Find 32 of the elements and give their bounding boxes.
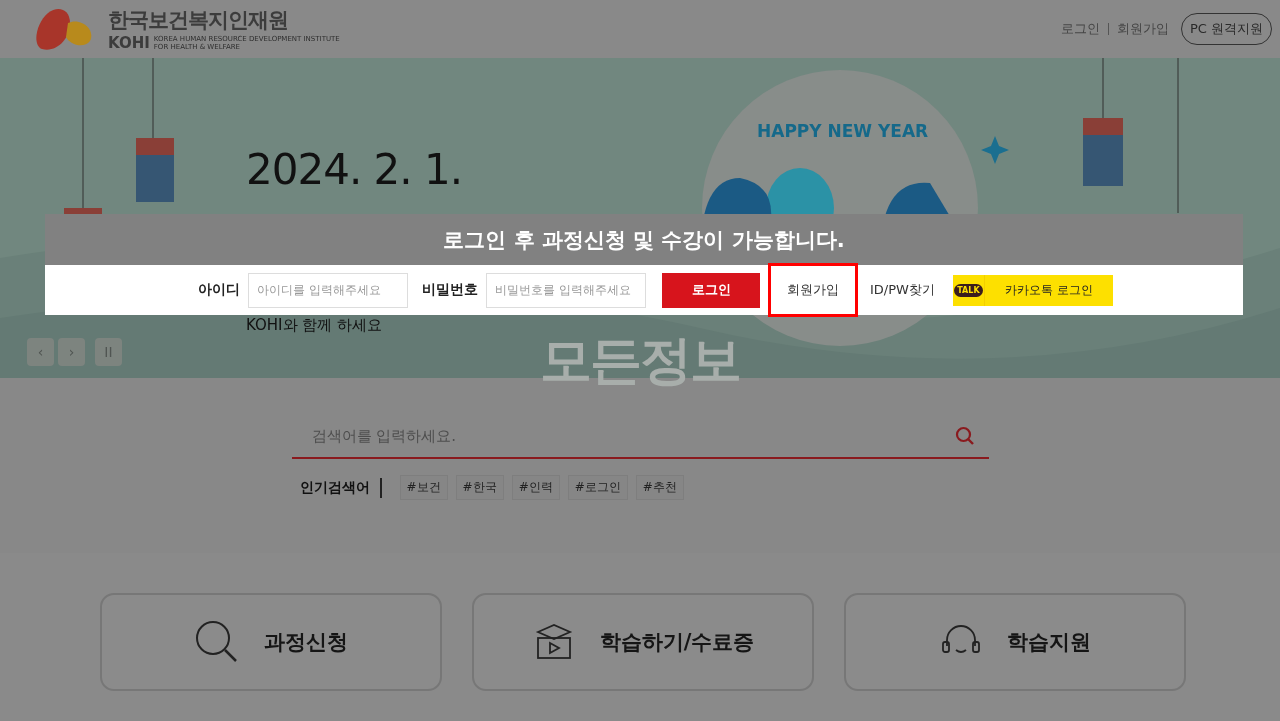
keyword-tag[interactable]: #추천 xyxy=(635,475,684,500)
popular-label: 인기검색어 xyxy=(299,478,370,497)
popup-link[interactable]: ID/PW찾기 xyxy=(866,281,939,299)
banner-caption: KOHI와 함께 하세요 xyxy=(246,316,384,335)
menu-label: 학습하기/수료증 xyxy=(599,629,755,656)
greeting-text: HAPPY NEW YEAR xyxy=(757,121,929,141)
talk-badge: TALK xyxy=(954,283,983,297)
header-link[interactable]: 회원가입 xyxy=(1116,20,1169,38)
keyword-tag[interactable]: #한국 xyxy=(455,475,504,500)
logo-title: 한국보건복지인재원 xyxy=(108,7,289,34)
search-icon[interactable] xyxy=(954,426,975,446)
header-link[interactable]: 로그인 xyxy=(1060,20,1100,38)
keyword-tag[interactable]: #인력 xyxy=(511,475,560,500)
logo-abbreviation: KOHI xyxy=(108,34,150,52)
kakao-login-button[interactable]: TALK 카카오톡 로그인 xyxy=(952,274,1113,306)
password-field[interactable]: 비밀번호를 입력해주세요 xyxy=(486,272,646,308)
password-label: 비밀번호 xyxy=(422,281,478,299)
menu-card[interactable]: 학습지원 xyxy=(844,593,1186,691)
keyword-tag[interactable]: #로그인 xyxy=(567,475,628,500)
login-button[interactable]: 로그인 xyxy=(662,272,760,308)
menu-label: 학습지원 xyxy=(1007,629,1091,656)
id-field[interactable]: 아이디를 입력해주세요 xyxy=(248,272,408,308)
keyword-tag[interactable]: #보건 xyxy=(399,475,448,500)
menu-label: 과정신청 xyxy=(264,629,348,656)
login-notice: 로그인 후 과정신청 및 수강이 가능합니다. xyxy=(443,226,845,254)
id-label: 아이디 xyxy=(198,281,240,299)
menu-card[interactable]: 학습하기/수료증 xyxy=(472,593,814,691)
menu-card[interactable]: 과정신청 xyxy=(100,593,442,691)
banner-date: 2024. 2. 1. xyxy=(246,145,464,194)
section-heading: 모든정보 xyxy=(540,329,740,392)
highlighted-link[interactable]: 회원가입 xyxy=(768,263,858,317)
search-field[interactable]: 검색어를 입력하세요. xyxy=(309,426,955,446)
